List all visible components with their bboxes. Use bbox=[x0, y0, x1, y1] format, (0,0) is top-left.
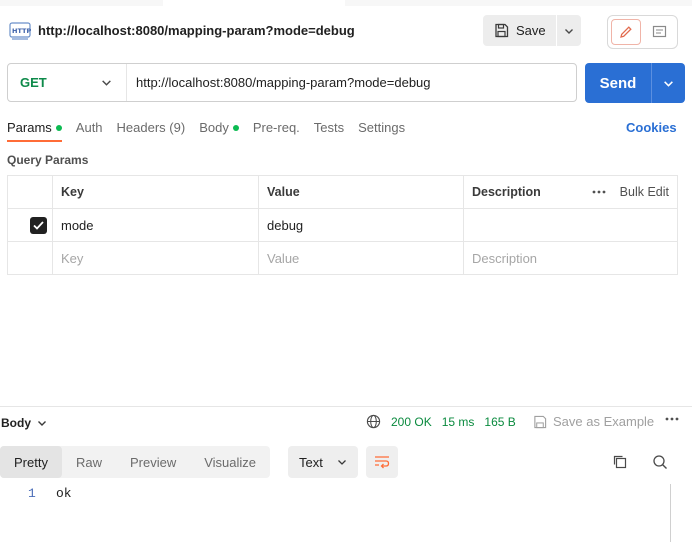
globe-icon[interactable] bbox=[366, 414, 381, 429]
comment-icon bbox=[652, 25, 666, 38]
bulk-edit[interactable]: Bulk Edit bbox=[582, 185, 669, 199]
save-example-label: Save as Example bbox=[553, 414, 655, 429]
header-key: Key bbox=[52, 175, 259, 209]
save-button[interactable]: Save bbox=[483, 15, 557, 46]
line-number: 1 bbox=[28, 486, 36, 501]
tab-headers[interactable]: Headers (9) bbox=[117, 112, 186, 142]
param-checkbox[interactable] bbox=[30, 216, 47, 234]
wrap-lines-button[interactable] bbox=[366, 446, 398, 478]
response-bar: Body 200 OK 15 ms 165 B Save as Example bbox=[0, 412, 692, 434]
wrap-lines-icon bbox=[375, 456, 390, 469]
tab-tests[interactable]: Tests bbox=[314, 112, 344, 142]
tab-label: Headers (9) bbox=[116, 120, 186, 135]
save-options-button[interactable] bbox=[557, 15, 581, 46]
tab-visualize[interactable]: Visualize bbox=[190, 446, 270, 478]
empty-checkbox-cell bbox=[7, 241, 53, 275]
tab-settings[interactable]: Settings bbox=[358, 112, 405, 142]
view-mode-toggle bbox=[607, 15, 678, 49]
format-label: Text bbox=[299, 454, 323, 470]
response-body-select[interactable]: Body bbox=[1, 416, 47, 430]
vertical-scrollbar[interactable] bbox=[670, 484, 671, 542]
edit-mode-button[interactable] bbox=[611, 19, 641, 45]
save-as-example-button[interactable]: Save as Example bbox=[533, 414, 654, 429]
bulk-edit-cell: Bulk Edit bbox=[573, 175, 678, 209]
response-meta: 200 OK 15 ms 165 B bbox=[366, 414, 516, 429]
tab-body[interactable]: Body bbox=[199, 112, 239, 142]
method-select[interactable]: GET bbox=[8, 64, 127, 101]
new-description-input[interactable]: Description bbox=[463, 241, 678, 275]
svg-text:HTTP: HTTP bbox=[12, 27, 31, 35]
table-row: mode debug bbox=[7, 208, 678, 242]
param-key-cell[interactable]: mode bbox=[52, 208, 259, 242]
tab-pre-request[interactable]: Pre-req. bbox=[253, 112, 300, 142]
chevron-down-icon bbox=[102, 80, 111, 86]
more-horizontal-icon bbox=[592, 190, 606, 194]
search-icon[interactable] bbox=[652, 454, 668, 470]
tab-label: Params bbox=[7, 120, 52, 135]
tab-auth[interactable]: Auth bbox=[76, 112, 103, 142]
tab-preview[interactable]: Preview bbox=[116, 446, 190, 478]
response-body-editor[interactable]: 1 ok bbox=[0, 484, 692, 542]
send-group: Send bbox=[585, 63, 685, 103]
response-time[interactable]: 15 ms bbox=[442, 415, 475, 429]
response-line: ok bbox=[56, 486, 72, 501]
query-params-table: Key Value Description Bulk Edit mode deb… bbox=[7, 175, 678, 275]
tab-pretty[interactable]: Pretty bbox=[0, 446, 62, 478]
tab-label: Settings bbox=[358, 120, 406, 135]
url-input[interactable]: http://localhost:8080/mapping-param?mode… bbox=[127, 75, 431, 90]
save-icon bbox=[534, 415, 547, 428]
response-view-tabs: Pretty Raw Preview Visualize bbox=[0, 446, 271, 478]
tab-params[interactable]: Params bbox=[7, 112, 62, 142]
param-value-cell[interactable]: debug bbox=[258, 208, 464, 242]
new-key-input[interactable]: Key bbox=[52, 241, 259, 275]
chevron-down-icon bbox=[38, 421, 46, 426]
check-icon bbox=[33, 220, 44, 230]
save-group: Save bbox=[483, 15, 581, 46]
method-label: GET bbox=[20, 75, 47, 90]
request-header: HTTP http://localhost:8080/mapping-param… bbox=[0, 6, 692, 56]
copy-icon[interactable] bbox=[612, 454, 628, 470]
new-value-input[interactable]: Value bbox=[258, 241, 464, 275]
response-divider[interactable] bbox=[0, 406, 692, 407]
body-active-dot bbox=[232, 125, 239, 131]
bulk-edit-label: Bulk Edit bbox=[619, 185, 669, 199]
table-header-row: Key Value Description Bulk Edit bbox=[7, 175, 678, 209]
tab-label: Pre-req. bbox=[252, 120, 300, 135]
param-description-cell[interactable] bbox=[463, 208, 678, 242]
send-options-button[interactable] bbox=[652, 63, 685, 103]
more-horizontal-icon[interactable] bbox=[665, 416, 679, 422]
http-icon: HTTP bbox=[9, 22, 31, 40]
save-icon bbox=[495, 23, 509, 38]
header-value: Value bbox=[258, 175, 464, 209]
query-params-title: Query Params bbox=[7, 153, 89, 167]
status-code[interactable]: 200 OK bbox=[391, 415, 432, 429]
params-active-dot bbox=[55, 125, 62, 131]
response-body-label: Body bbox=[1, 416, 31, 430]
save-label: Save bbox=[516, 23, 546, 38]
header-checkbox-cell bbox=[7, 175, 53, 209]
format-select[interactable]: Text bbox=[288, 446, 358, 478]
header-description: Description bbox=[463, 175, 574, 209]
chevron-down-icon bbox=[338, 460, 346, 465]
table-row-empty: Key Value Description bbox=[7, 241, 678, 275]
url-bar: GET http://localhost:8080/mapping-param?… bbox=[7, 63, 577, 102]
send-button[interactable]: Send bbox=[585, 63, 652, 103]
row-checkbox-cell bbox=[7, 208, 53, 242]
request-tabs: Params Auth Headers (9) Body Pre-req. Te… bbox=[7, 112, 419, 142]
request-title[interactable]: http://localhost:8080/mapping-param?mode… bbox=[38, 23, 355, 38]
pencil-icon bbox=[620, 26, 632, 38]
tab-label: Tests bbox=[313, 120, 345, 135]
chevron-down-icon bbox=[565, 28, 573, 34]
comments-button[interactable] bbox=[644, 19, 674, 45]
response-size[interactable]: 165 B bbox=[484, 415, 515, 429]
chevron-down-icon bbox=[664, 80, 673, 87]
tab-label: Body bbox=[199, 120, 229, 135]
cookies-link[interactable]: Cookies bbox=[626, 120, 677, 135]
tab-label: Auth bbox=[75, 120, 103, 135]
tab-raw[interactable]: Raw bbox=[62, 446, 116, 478]
